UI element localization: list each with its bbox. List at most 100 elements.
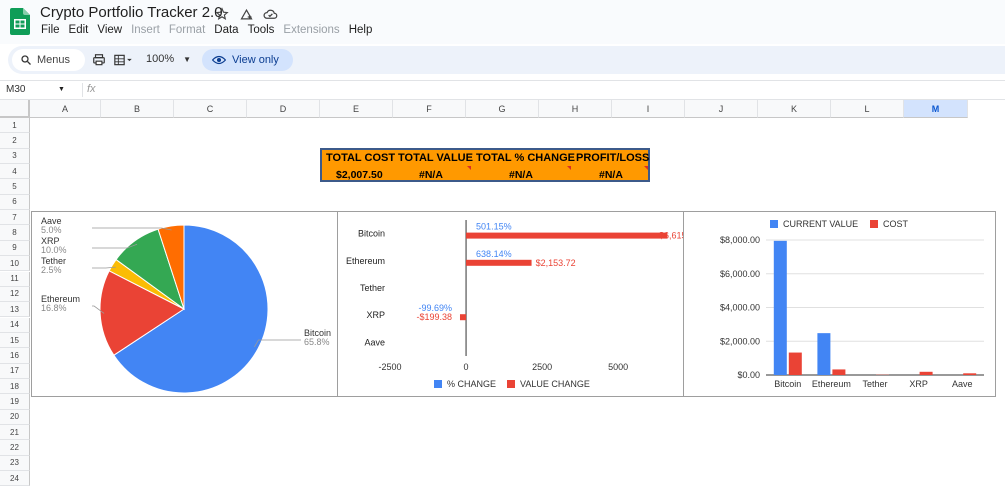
- column-header-c[interactable]: C: [174, 100, 247, 118]
- select-sheet-view-icon[interactable]: [112, 52, 134, 68]
- y-tick-label: $6,000.00: [720, 269, 760, 279]
- row-header-6[interactable]: 6: [0, 194, 30, 211]
- row-header-21[interactable]: 21: [0, 425, 30, 441]
- row-header-16[interactable]: 16: [0, 348, 30, 364]
- column-header-f[interactable]: F: [393, 100, 466, 118]
- total-cost-header[interactable]: TOTAL COST: [326, 152, 395, 164]
- column-header-i[interactable]: I: [612, 100, 685, 118]
- data-label-value-changeethereum: $2,153.72: [536, 258, 576, 268]
- column-current-value-ethereum: [817, 333, 831, 375]
- name-box[interactable]: M30: [6, 84, 25, 95]
- app-header: Crypto Portfolio Tracker 2.0 File Edit V…: [0, 0, 1005, 44]
- eye-icon: [212, 55, 226, 65]
- column-header-k[interactable]: K: [758, 100, 831, 118]
- row-header-22[interactable]: 22: [0, 440, 30, 456]
- pie-pct-ethereum: 16.8%: [41, 303, 67, 313]
- zoom-value: 100%: [146, 53, 175, 65]
- menu-help[interactable]: Help: [349, 24, 373, 36]
- view-only-button[interactable]: View only: [202, 49, 293, 71]
- zoom-select[interactable]: 100% ▼: [146, 53, 191, 65]
- sheets-logo-icon[interactable]: [10, 8, 30, 35]
- total-value-value[interactable]: #N/A: [419, 169, 443, 181]
- data-label--changebitcoin: 501.15%: [476, 222, 512, 232]
- y-tick-label: $2,000.00: [720, 336, 760, 346]
- total-cost-value[interactable]: $2,007.50: [336, 169, 383, 181]
- legend-swatch-0: [434, 380, 442, 388]
- change-bar-chart[interactable]: Bitcoin 501.15% $6,615 Ethereum 638.14% $2,15…: [337, 211, 687, 397]
- print-icon[interactable]: [92, 52, 106, 68]
- profit-loss-header[interactable]: PROFIT/LOSS: [576, 152, 649, 164]
- legend-label-1: VALUE CHANGE: [520, 379, 590, 389]
- menu-extensions: Extensions: [283, 24, 340, 36]
- error-flag-icon[interactable]: [467, 166, 471, 170]
- profit-loss-value[interactable]: #N/A: [599, 169, 623, 181]
- column-header-e[interactable]: E: [320, 100, 393, 118]
- category-label-ethereum: Ethereum: [346, 256, 385, 266]
- cloud-saved-icon[interactable]: [261, 5, 279, 23]
- total-value-header[interactable]: TOTAL VALUE: [398, 152, 473, 164]
- total-change-header[interactable]: TOTAL % CHANGE: [476, 152, 575, 164]
- summary-table: TOTAL COST TOTAL VALUE TOTAL % CHANGE PR…: [320, 148, 650, 182]
- row-header-15[interactable]: 15: [0, 332, 30, 349]
- row-header-2[interactable]: 2: [0, 133, 30, 149]
- chevron-down-icon[interactable]: ▼: [58, 86, 65, 93]
- pie-pct-tether: 2.5%: [41, 265, 62, 275]
- row-header-7[interactable]: 7: [0, 210, 30, 226]
- menu-tools[interactable]: Tools: [248, 24, 275, 36]
- row-header-5[interactable]: 5: [0, 179, 30, 195]
- bar-value-changeethereum: [466, 259, 532, 266]
- column-header-b[interactable]: B: [101, 100, 174, 118]
- menu-data[interactable]: Data: [214, 24, 238, 36]
- row-header-20[interactable]: 20: [0, 409, 30, 425]
- row-header-17[interactable]: 17: [0, 363, 30, 379]
- row-header-11[interactable]: 11: [0, 271, 30, 287]
- column-header-a[interactable]: A: [30, 100, 101, 118]
- data-label--changeethereum: 638.14%: [476, 249, 512, 259]
- move-to-drive-icon[interactable]: [237, 5, 255, 23]
- allocation-pie-chart[interactable]: Bitcoin 65.8% Ethereum 16.8% Tether 2.5% XRP 10…: [31, 211, 338, 397]
- column-header-m[interactable]: M: [904, 100, 968, 118]
- menu-file[interactable]: File: [41, 24, 60, 36]
- star-icon[interactable]: [213, 5, 231, 23]
- column-header-j[interactable]: J: [685, 100, 758, 118]
- column-header-l[interactable]: L: [831, 100, 904, 118]
- menu-edit[interactable]: Edit: [69, 24, 89, 36]
- column-header-d[interactable]: D: [247, 100, 320, 118]
- fx-icon: fx: [82, 83, 96, 97]
- row-header-8[interactable]: 8: [0, 225, 30, 241]
- row-header-24[interactable]: 24: [0, 471, 30, 486]
- row-header-23[interactable]: 23: [0, 455, 30, 471]
- toolbar: Menus 100% ▼ View only: [8, 46, 1005, 74]
- row-header-1[interactable]: 1: [0, 118, 30, 134]
- bar-value-changebitcoin: [466, 232, 668, 239]
- legend-label-1: COST: [883, 219, 909, 229]
- change-chart-svg: Bitcoin 501.15% $6,615 Ethereum 638.14% $2,15…: [346, 220, 687, 389]
- error-flag-icon[interactable]: [644, 166, 648, 170]
- pie-chart-svg: Bitcoin65.8%Ethereum16.8%Tether2.5%XRP10…: [41, 216, 331, 394]
- row-header-19[interactable]: 19: [0, 394, 30, 410]
- document-title[interactable]: Crypto Portfolio Tracker 2.0: [40, 4, 223, 21]
- x-category-label-bitcoin: Bitcoin: [774, 379, 801, 389]
- error-flag-icon[interactable]: [567, 166, 571, 170]
- value-cost-column-chart[interactable]: $0.00 $2,000.00 $4,000.00 $6,000.00 $8,000.0…: [683, 211, 996, 397]
- menu-view[interactable]: View: [97, 24, 122, 36]
- row-header-12[interactable]: 12: [0, 286, 30, 303]
- column-current-value-bitcoin: [773, 240, 787, 375]
- select-all-corner[interactable]: [0, 100, 30, 118]
- row-header-18[interactable]: 18: [0, 378, 30, 395]
- search-menus-button[interactable]: Menus: [12, 49, 85, 71]
- row-header-10[interactable]: 10: [0, 256, 30, 272]
- row-header-13[interactable]: 13: [0, 302, 30, 318]
- row-header-3[interactable]: 3: [0, 148, 30, 164]
- row-header-4[interactable]: 4: [0, 164, 30, 180]
- column-header-h[interactable]: H: [539, 100, 612, 118]
- menu-format: Format: [168, 24, 206, 36]
- value-cost-chart-svg: $0.00 $2,000.00 $4,000.00 $6,000.00 $8,000.0…: [720, 219, 984, 389]
- total-change-value[interactable]: #N/A: [509, 169, 533, 181]
- column-header-g[interactable]: G: [466, 100, 539, 118]
- category-label-xrp: XRP: [366, 310, 385, 320]
- column-cost-ethereum: [832, 369, 846, 375]
- x-category-label-ethereum: Ethereum: [812, 379, 851, 389]
- row-header-9[interactable]: 9: [0, 240, 30, 257]
- row-header-14[interactable]: 14: [0, 317, 30, 333]
